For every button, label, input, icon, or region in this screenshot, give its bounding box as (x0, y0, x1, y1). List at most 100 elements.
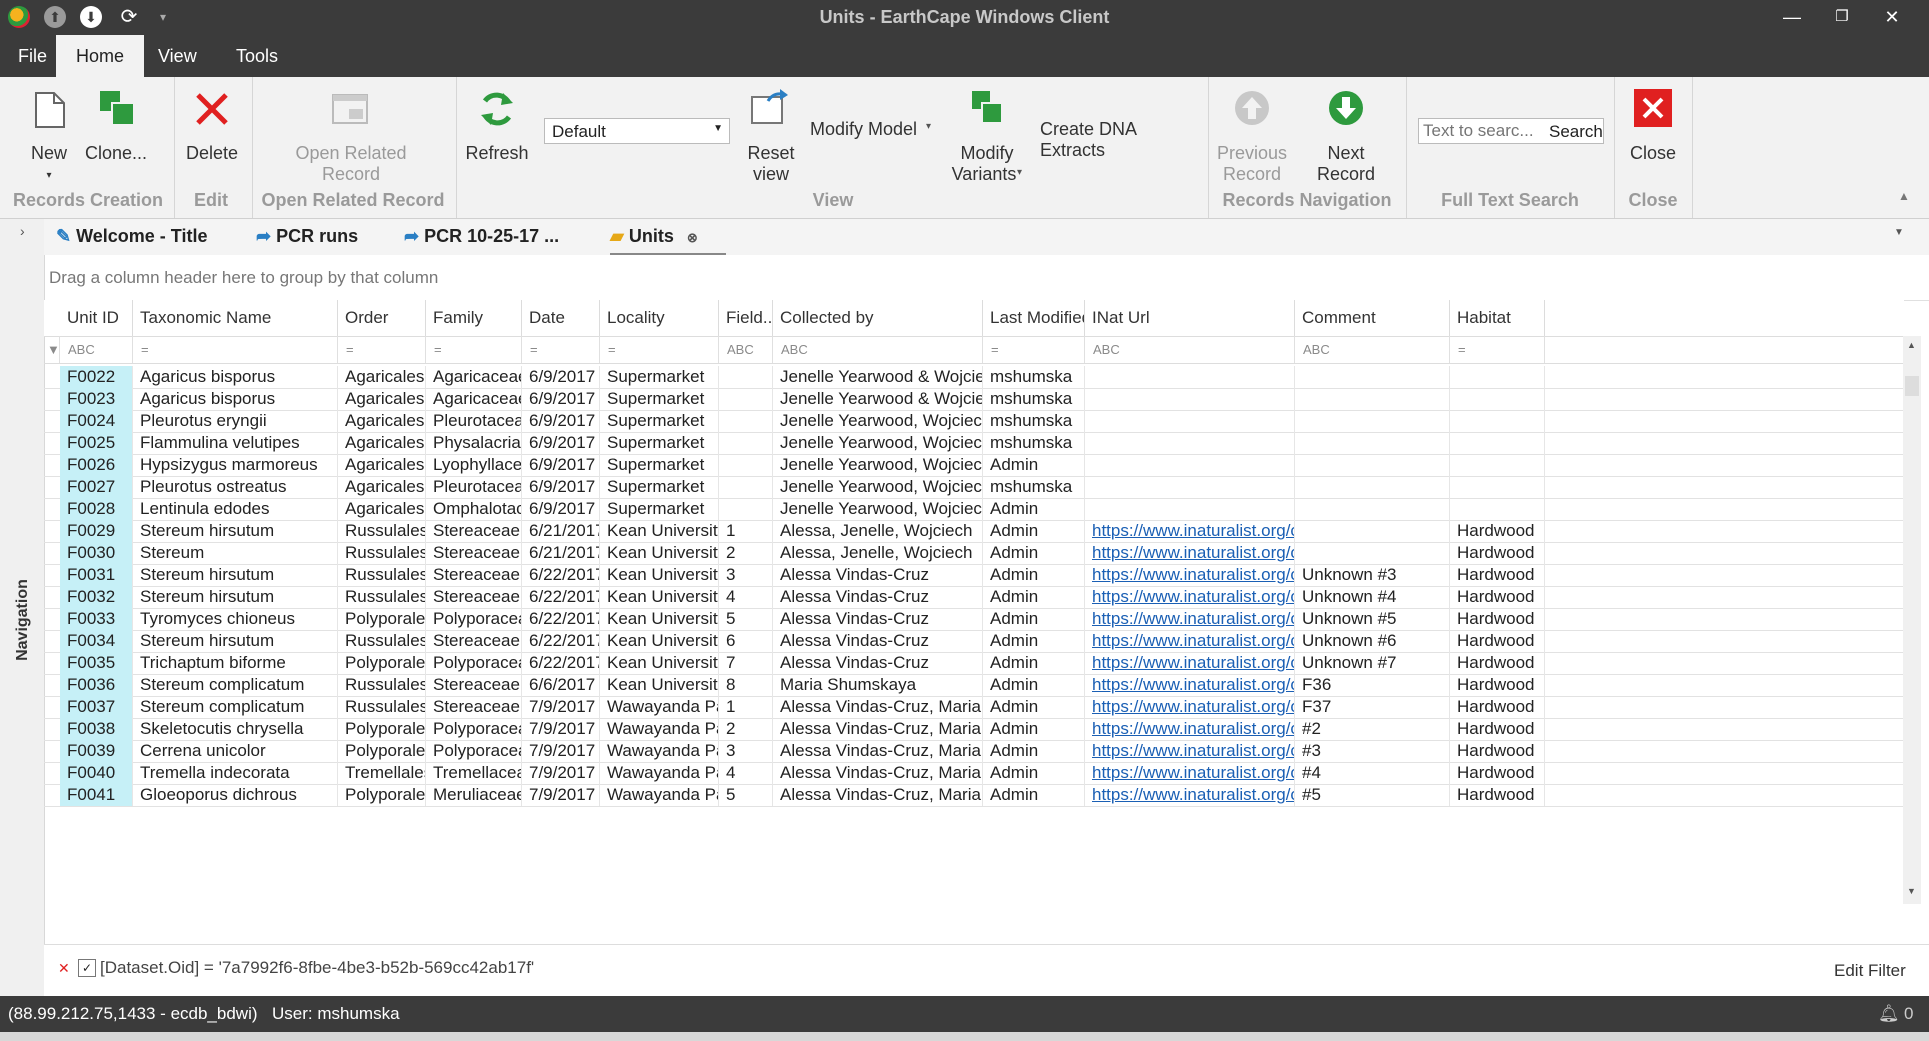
tab-units[interactable]: ▰ Units ⊗ (610, 219, 726, 255)
column-header[interactable]: Family (426, 300, 522, 336)
table-row[interactable]: F0041 Gloeoporus dichrous Polyporales Merul… (44, 784, 1904, 807)
table-row[interactable]: F0039 Cerrena unicolor Polyporales Polypora… (44, 740, 1904, 763)
group-by-panel[interactable]: Drag a column header here to group by th… (44, 256, 1929, 301)
inat-url-link[interactable]: https://www.inaturalist.org/ob... (1085, 784, 1295, 806)
inat-url-link[interactable]: https://www.inaturalist.org/ob... (1085, 652, 1295, 674)
edit-filter-link[interactable]: Edit Filter (1834, 961, 1906, 981)
column-header[interactable]: INat Url (1085, 300, 1295, 336)
filter-cell[interactable]: = (133, 336, 338, 363)
column-header[interactable]: Taxonomic Name (133, 300, 338, 336)
filter-cell[interactable]: = (983, 336, 1085, 363)
layout-select[interactable]: Default ▼ (544, 118, 730, 144)
bell-icon[interactable]: 🔔︎ (1878, 996, 1900, 1032)
table-row[interactable]: F0024 Pleurotus eryngii Agaricales Pleurota… (44, 410, 1904, 433)
inat-url-link[interactable]: https://www.inaturalist.org/ob... (1085, 520, 1295, 542)
filter-funnel-icon[interactable]: ▼ (44, 336, 60, 363)
tab-pcr-10-25-17[interactable]: ➦ PCR 10-25-17 ... (404, 219, 559, 253)
scroll-down-icon[interactable]: ▼ (1907, 886, 1916, 896)
table-row[interactable]: F0031 Stereum hirsutum Russulales Stereacea… (44, 564, 1904, 587)
table-row[interactable]: F0023 Agaricus bisporus Agaricales Agaricac… (44, 388, 1904, 411)
filter-enabled-checkbox[interactable]: ✓ (78, 959, 96, 977)
filter-cell[interactable]: = (338, 336, 426, 363)
inat-url-link[interactable] (1085, 498, 1295, 520)
tab-tools[interactable]: Tools (218, 35, 296, 77)
close-tab-icon[interactable]: ⊗ (687, 230, 698, 245)
collapse-ribbon-icon[interactable]: ▲ (1898, 189, 1910, 203)
filter-cell[interactable]: = (522, 336, 600, 363)
minimize-button[interactable]: — (1772, 4, 1812, 30)
scroll-thumb[interactable] (1905, 376, 1919, 396)
tab-pcr-runs[interactable]: ➦ PCR runs (256, 219, 358, 253)
table-row[interactable]: F0030 Stereum Russulales Stereaceae 6/21/201… (44, 542, 1904, 565)
vertical-scrollbar[interactable]: ▲ ▼ (1903, 336, 1921, 904)
column-header[interactable]: Last Modified... (983, 300, 1085, 336)
column-header[interactable]: Comment (1295, 300, 1450, 336)
column-header[interactable]: Habitat (1450, 300, 1545, 336)
table-row[interactable]: F0036 Stereum complicatum Russulales Sterea… (44, 674, 1904, 697)
filter-cell[interactable]: ABC (1295, 336, 1450, 363)
search-input[interactable] (1421, 120, 1543, 142)
navigation-panel[interactable]: › Navigation (0, 219, 45, 996)
previous-record-button[interactable]: Previous Record (1214, 85, 1290, 185)
filter-cell[interactable]: = (600, 336, 719, 363)
inat-url-link[interactable]: https://www.inaturalist.org/ob... (1085, 542, 1295, 564)
table-row[interactable]: F0029 Stereum hirsutum Russulales Stereacea… (44, 520, 1904, 543)
inat-url-link[interactable] (1085, 410, 1295, 432)
tab-home[interactable]: Home (56, 35, 145, 77)
modify-model-button[interactable]: Modify Model ▾ (806, 119, 940, 143)
filter-cell[interactable]: ABC (719, 336, 773, 363)
next-record-button[interactable]: Next Record (1296, 85, 1396, 185)
inat-url-link[interactable] (1085, 432, 1295, 454)
inat-url-link[interactable] (1085, 366, 1295, 388)
column-header[interactable]: Unit ID (60, 300, 133, 336)
delete-button[interactable]: Delete (180, 85, 244, 185)
new-button[interactable]: New ▾ (14, 85, 84, 185)
filter-cell[interactable]: ABC (60, 336, 133, 363)
refresh-button[interactable]: Refresh (462, 85, 532, 185)
column-header[interactable]: Locality (600, 300, 719, 336)
table-row[interactable]: F0022 Agaricus bisporus Agaricales Agaricac… (44, 366, 1904, 389)
table-row[interactable]: F0034 Stereum hirsutum Russulales Stereacea… (44, 630, 1904, 653)
inat-url-link[interactable]: https://www.inaturalist.org/ob... (1085, 674, 1295, 696)
table-row[interactable]: F0033 Tyromyces chioneus Polyporales Polypo… (44, 608, 1904, 631)
tab-view[interactable]: View (140, 35, 215, 77)
inat-url-link[interactable] (1085, 454, 1295, 476)
column-header[interactable]: Date (522, 300, 600, 336)
inat-url-link[interactable]: https://www.inaturalist.org/ob... (1085, 696, 1295, 718)
table-row[interactable]: F0040 Tremella indecorata Tremellales Treme… (44, 762, 1904, 785)
table-row[interactable]: F0025 Flammulina velutipes Agaricales Physa… (44, 432, 1904, 455)
inat-url-link[interactable]: https://www.inaturalist.org/ob... (1085, 718, 1295, 740)
column-header[interactable]: Collected by (773, 300, 983, 336)
restore-button[interactable]: ❐ (1822, 4, 1862, 30)
filter-expression[interactable]: [Dataset.Oid] = '7a7992f6-8fbe-4be3-b52b… (100, 958, 534, 978)
scroll-up-icon[interactable]: ▲ (1907, 340, 1916, 350)
filter-cell[interactable]: = (426, 336, 522, 363)
filter-cell[interactable]: = (1450, 336, 1545, 363)
filter-cell[interactable]: ABC (1085, 336, 1295, 363)
inat-url-link[interactable]: https://www.inaturalist.org/ob... (1085, 630, 1295, 652)
inat-url-link[interactable]: https://www.inaturalist.org/ob... (1085, 564, 1295, 586)
open-related-record-button[interactable]: Open Related Record (286, 85, 416, 185)
search-button[interactable]: Search (1549, 122, 1603, 142)
inat-url-link[interactable] (1085, 388, 1295, 410)
inat-url-link[interactable]: https://www.inaturalist.org/ob... (1085, 586, 1295, 608)
table-row[interactable]: F0037 Stereum complicatum Russulales Sterea… (44, 696, 1904, 719)
table-row[interactable]: F0038 Skeletocutis chrysella Polyporales Po… (44, 718, 1904, 741)
filter-cell[interactable]: ABC (773, 336, 983, 363)
inat-url-link[interactable]: https://www.inaturalist.org/ob... (1085, 608, 1295, 630)
create-dna-extracts-button[interactable]: Create DNA Extracts (1040, 119, 1202, 161)
modify-variants-button[interactable]: Modify Variants ▾ (944, 85, 1030, 185)
expand-navigation-icon[interactable]: › (20, 223, 25, 239)
close-button[interactable]: Close (1620, 85, 1686, 185)
tab-welcome-title[interactable]: ✎ Welcome - Title (56, 219, 207, 253)
table-row[interactable]: F0035 Trichaptum biforme Polyporales Polypo… (44, 652, 1904, 675)
clear-filter-icon[interactable]: ✕ (58, 960, 70, 977)
tabs-dropdown-icon[interactable]: ▼ (1894, 227, 1904, 238)
inat-url-link[interactable] (1085, 476, 1295, 498)
table-row[interactable]: F0027 Pleurotus ostreatus Agaricales Pleuro… (44, 476, 1904, 499)
inat-url-link[interactable]: https://www.inaturalist.org/ob... (1085, 762, 1295, 784)
table-row[interactable]: F0028 Lentinula edodes Agaricales Omphalota… (44, 498, 1904, 521)
column-header[interactable]: Field... (719, 300, 773, 336)
table-row[interactable]: F0032 Stereum hirsutum Russulales Stereacea… (44, 586, 1904, 609)
column-header[interactable]: Order (338, 300, 426, 336)
